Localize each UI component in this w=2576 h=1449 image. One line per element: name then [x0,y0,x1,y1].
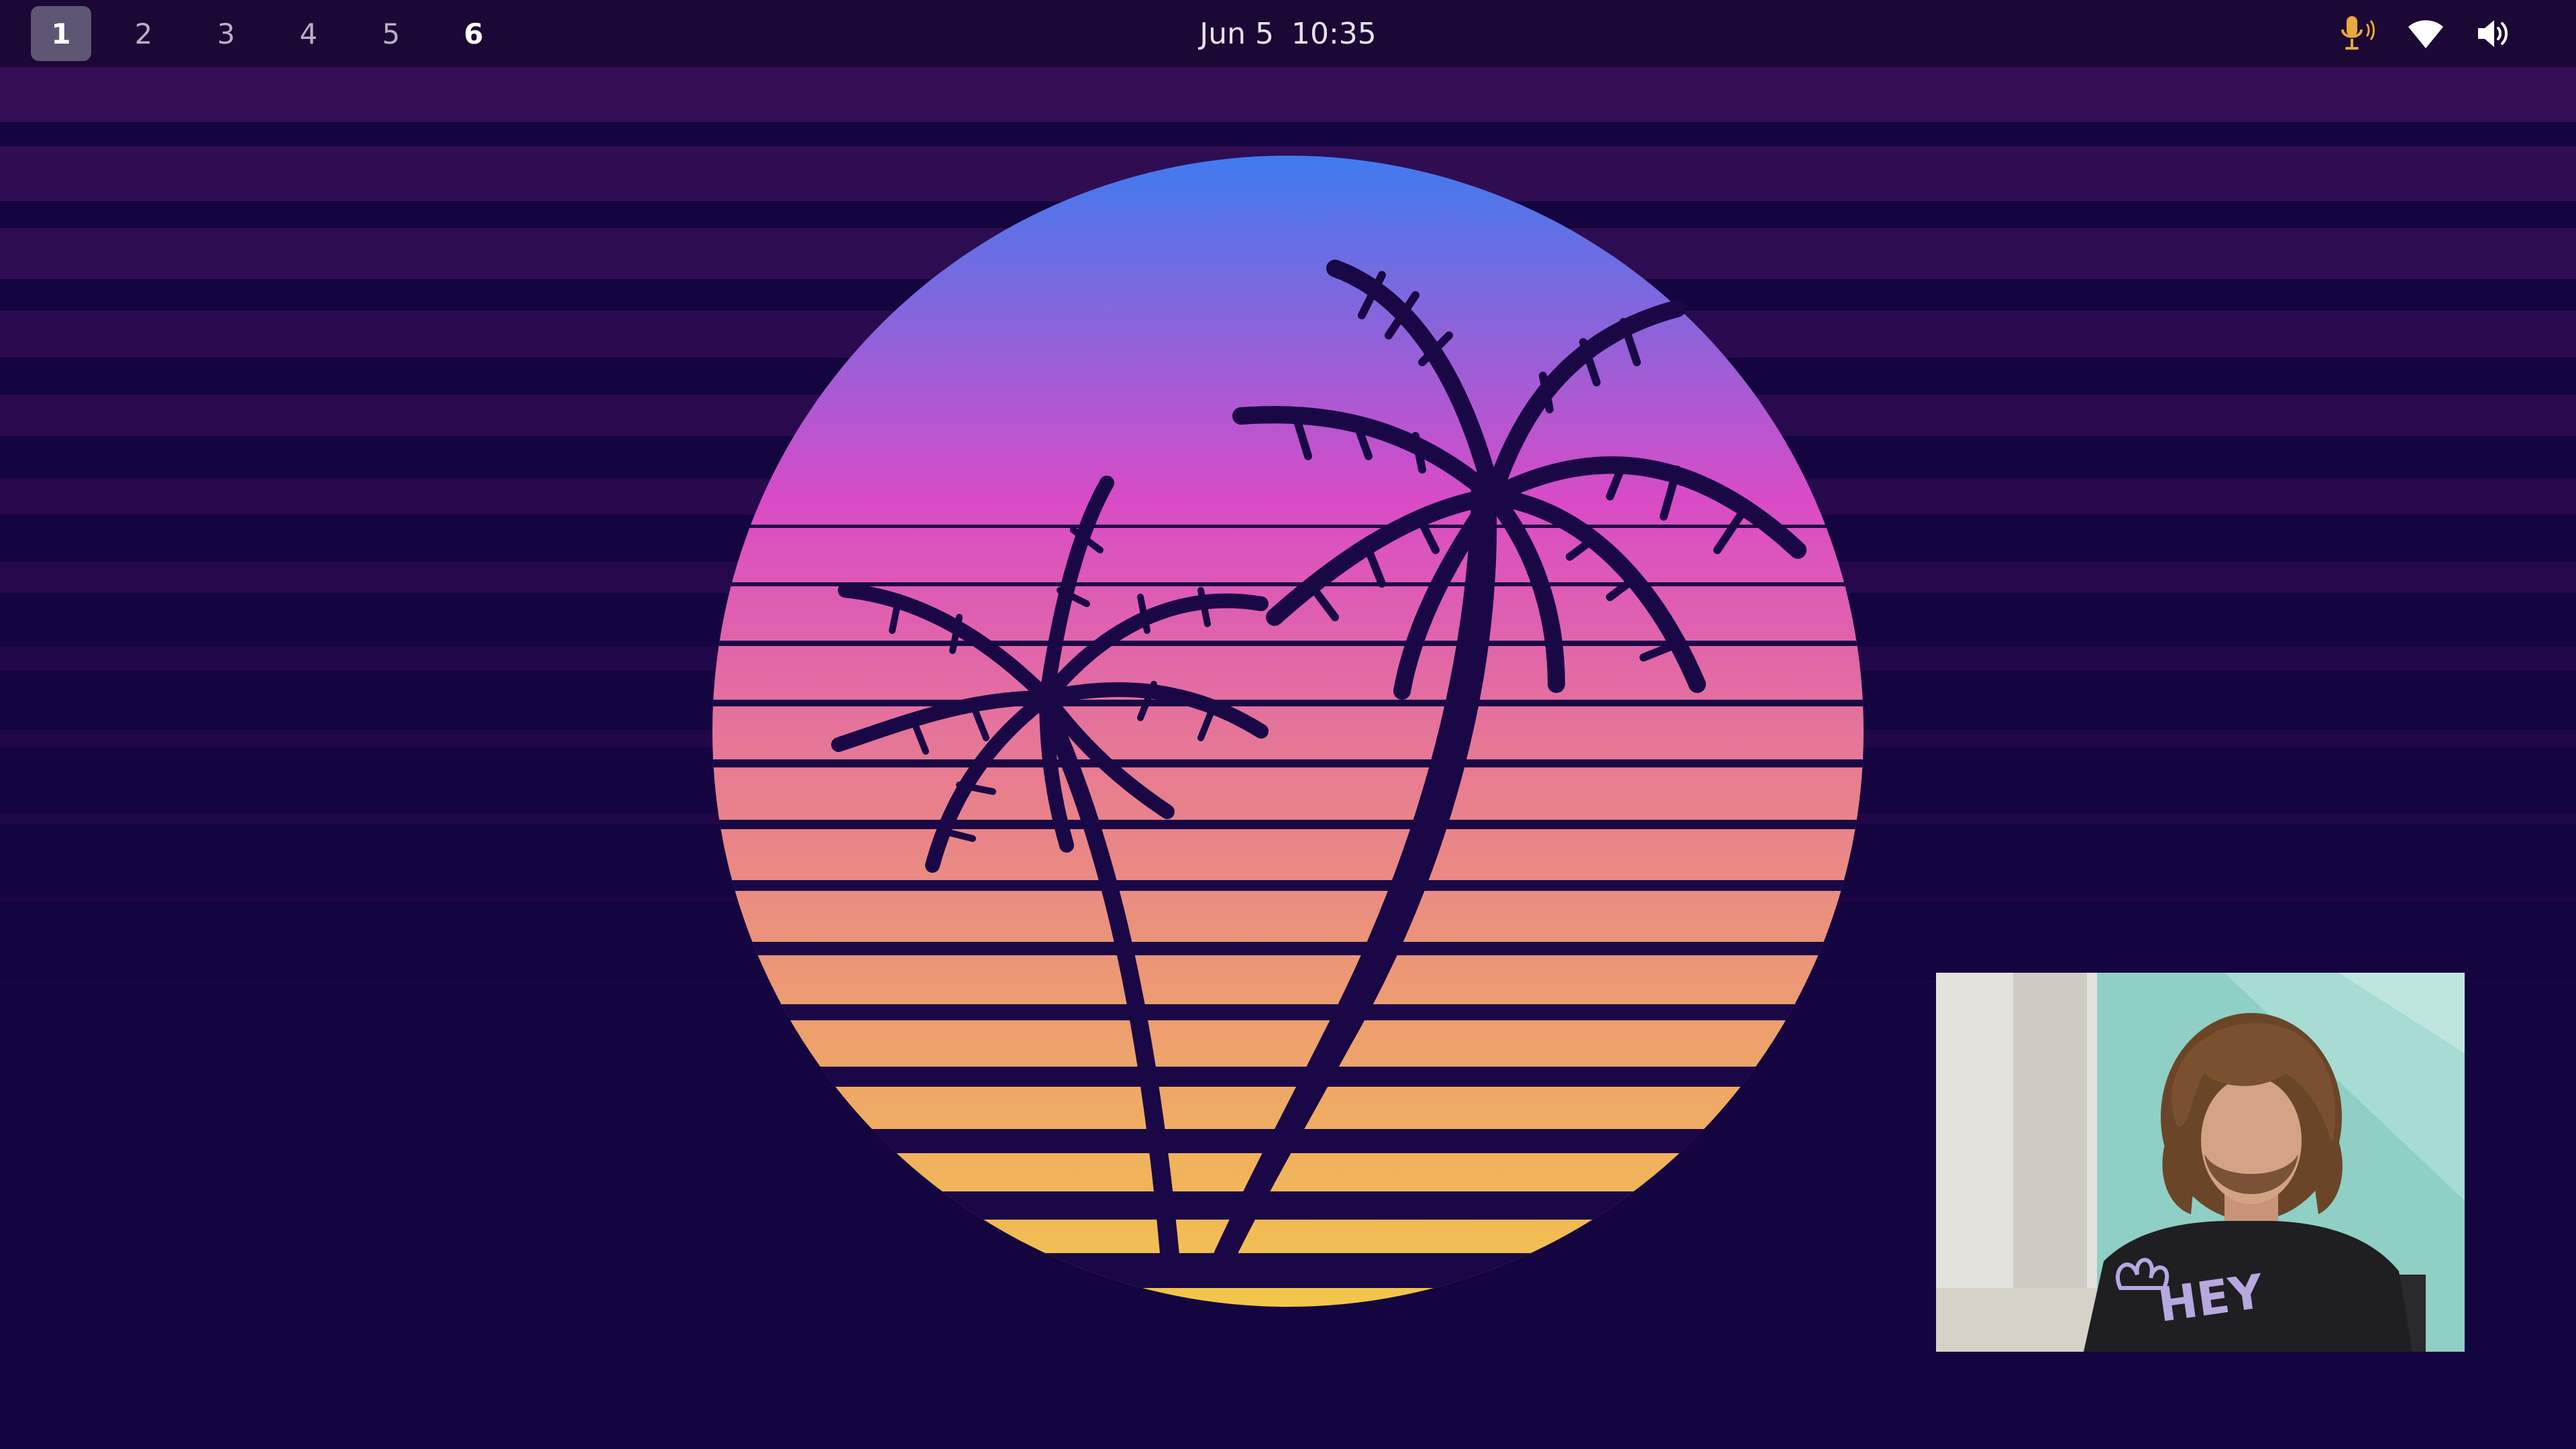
workspace-2-button[interactable]: 2 [113,6,174,61]
wifi-icon [2408,20,2443,48]
clock-button[interactable]: Jun 5 10:35 [1087,0,1489,67]
microphone-indicator[interactable] [2336,13,2379,54]
workspace-5-button[interactable]: 5 [361,6,421,61]
top-panel: 1 2 3 4 5 6 Jun 5 10:35 [0,0,2576,67]
webcam-overlay: HEY [1936,973,2465,1352]
clock-date: Jun 5 [1199,16,1274,51]
desktop: 1 2 3 4 5 6 Jun 5 10:35 HEY [0,0,2576,1449]
workspace-3-button[interactable]: 3 [196,6,256,61]
clock-time: 10:35 [1291,16,1377,51]
workspace-6-button[interactable]: 6 [443,6,504,61]
microphone-active-icon [2341,16,2375,50]
volume-indicator[interactable] [2473,13,2516,54]
volume-icon [2478,20,2508,47]
workspace-1-button[interactable]: 1 [31,6,91,61]
webcam-feed: HEY [1936,973,2465,1352]
workspace-4-button[interactable]: 4 [278,6,339,61]
wifi-indicator[interactable] [2404,13,2447,54]
